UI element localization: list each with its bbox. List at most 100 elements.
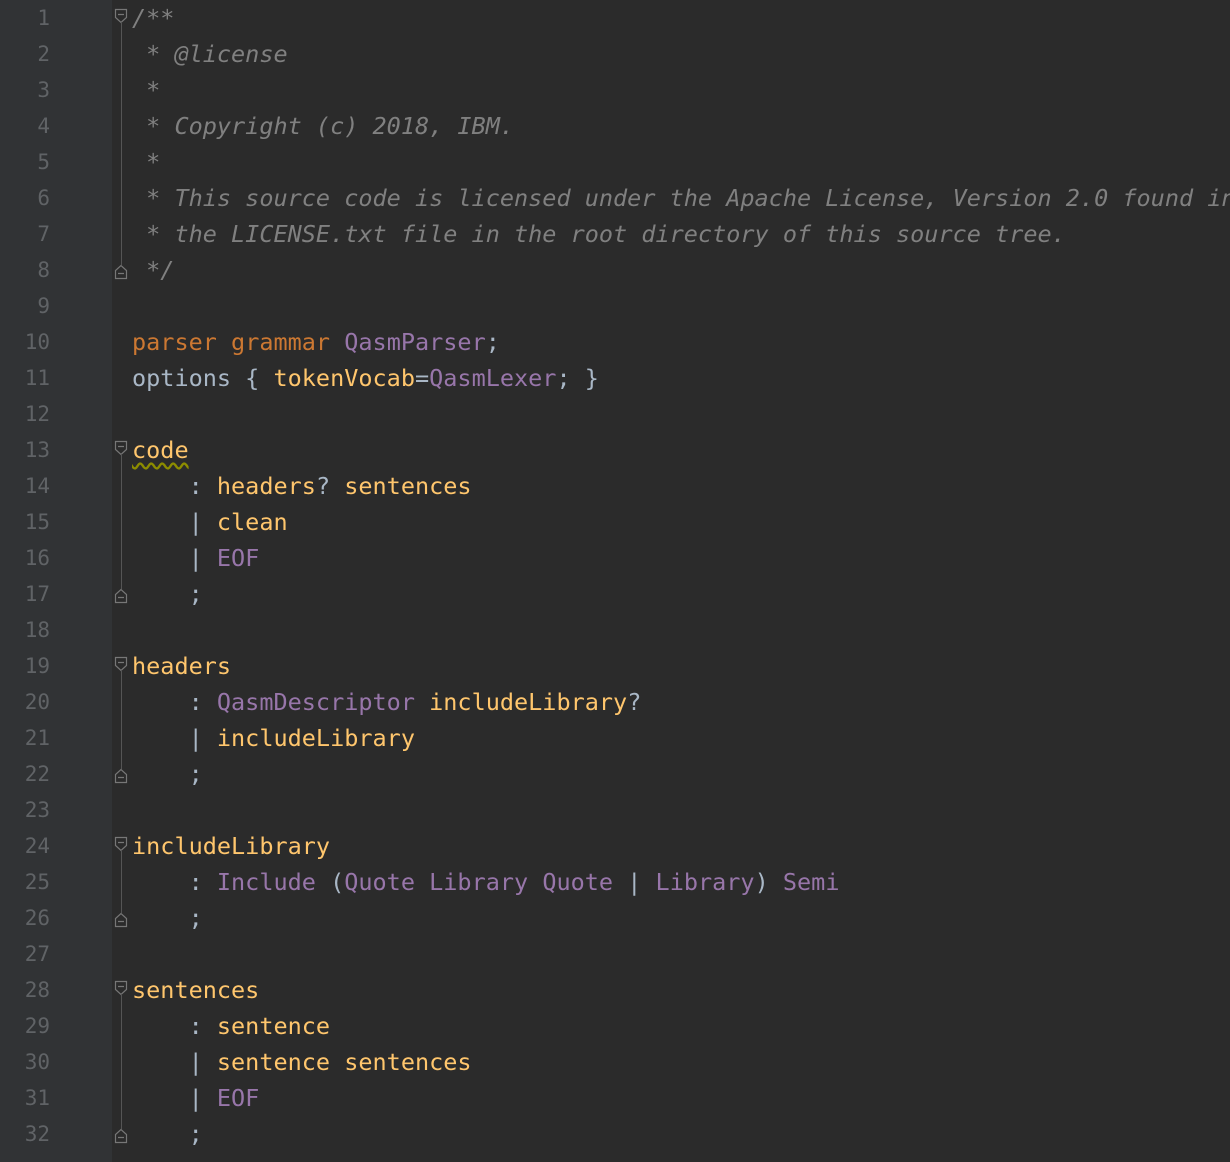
code-text[interactable]: * This source code is licensed under the… xyxy=(132,180,1230,216)
code-line[interactable]: 11 options { tokenVocab=QasmLexer; } xyxy=(0,360,1230,396)
code-token: parser xyxy=(132,328,217,356)
code-token: QasmParser xyxy=(344,328,486,356)
code-token: Semi xyxy=(782,868,840,896)
code-token: includeLibrary xyxy=(216,724,415,752)
code-line[interactable]: 25 : Include (Quote Library Quote | Libr… xyxy=(0,864,1230,900)
code-line[interactable]: 29 : sentence xyxy=(0,1008,1230,1044)
code-line[interactable]: 31 | EOF xyxy=(0,1080,1230,1116)
code-line[interactable]: 5 * xyxy=(0,144,1230,180)
line-number: 4 xyxy=(37,114,50,138)
code-text[interactable]: : QasmDescriptor includeLibrary? xyxy=(132,684,642,720)
code-text[interactable]: : sentence xyxy=(132,1008,331,1044)
code-text[interactable]: | sentence sentences xyxy=(132,1044,472,1080)
code-line[interactable]: 32 ; xyxy=(0,1116,1230,1152)
code-line[interactable]: 1 /** xyxy=(0,0,1230,36)
code-text[interactable]: : Include (Quote Library Quote | Library… xyxy=(132,864,840,900)
code-text[interactable]: sentences xyxy=(132,972,259,1008)
code-token: ? xyxy=(315,472,345,500)
code-token: Include xyxy=(216,868,316,896)
code-line[interactable]: 21 | includeLibrary xyxy=(0,720,1230,756)
code-line[interactable]: 7 * the LICENSE.txt file in the root dir… xyxy=(0,216,1230,252)
code-line[interactable]: 27 xyxy=(0,936,1230,972)
code-line[interactable]: 26 ; xyxy=(0,900,1230,936)
code-token: /** xyxy=(132,4,175,32)
code-text[interactable]: * the LICENSE.txt file in the root direc… xyxy=(132,216,1066,252)
code-line[interactable]: 17 ; xyxy=(0,576,1230,612)
code-line[interactable]: 9 xyxy=(0,288,1230,324)
code-text[interactable]: | EOF xyxy=(132,540,260,576)
code-text[interactable]: * Copyright (c) 2018, IBM. xyxy=(132,108,514,144)
code-text[interactable]: includeLibrary xyxy=(132,828,330,864)
line-number: 9 xyxy=(37,294,50,318)
code-token: tokenVocab xyxy=(273,364,415,392)
code-text[interactable]: | EOF xyxy=(132,1080,260,1116)
code-text[interactable]: | clean xyxy=(132,504,288,540)
line-number: 23 xyxy=(24,798,50,822)
fold-range-line xyxy=(121,454,122,589)
code-token: * This source code is licensed under the… xyxy=(132,184,1230,212)
code-token: ( xyxy=(315,868,345,896)
line-number: 22 xyxy=(24,762,50,786)
code-text[interactable]: ; xyxy=(132,576,203,612)
code-editor[interactable]: 1/** 2 * @license 3 * 4 * Copyright (c) 201… xyxy=(0,0,1230,1162)
line-number: 29 xyxy=(24,1014,50,1038)
code-line[interactable]: 28 sentences xyxy=(0,972,1230,1008)
code-line[interactable]: 23 xyxy=(0,792,1230,828)
code-text[interactable]: : headers? sentences xyxy=(132,468,472,504)
code-line[interactable]: 3 * xyxy=(0,72,1230,108)
code-text[interactable]: parser grammar QasmParser; xyxy=(132,324,500,360)
code-text[interactable]: * xyxy=(132,144,160,180)
code-line[interactable]: 6 * This source code is licensed under t… xyxy=(0,180,1230,216)
code-line[interactable]: 30 | sentence sentences xyxy=(0,1044,1230,1080)
code-token: | xyxy=(132,544,217,572)
line-number: 3 xyxy=(37,78,50,102)
code-token: = xyxy=(414,364,430,392)
code-token: sentences xyxy=(344,472,472,500)
code-text[interactable]: ; xyxy=(132,900,203,936)
code-line[interactable]: 10 parser grammar QasmParser; xyxy=(0,324,1230,360)
line-number: 1 xyxy=(37,6,50,30)
line-number: 8 xyxy=(37,258,50,282)
line-number: 18 xyxy=(24,618,50,642)
line-number: 20 xyxy=(24,690,50,714)
code-text[interactable]: ; xyxy=(132,756,203,792)
code-line[interactable]: 15 | clean xyxy=(0,504,1230,540)
code-line[interactable]: 22 ; xyxy=(0,756,1230,792)
code-token: | xyxy=(132,1084,217,1112)
code-line[interactable]: 13 code xyxy=(0,432,1230,468)
code-line[interactable]: 18 xyxy=(0,612,1230,648)
line-number: 25 xyxy=(24,870,50,894)
code-line[interactable]: 14 : headers? sentences xyxy=(0,468,1230,504)
code-text[interactable]: * xyxy=(132,72,160,108)
code-line[interactable]: 20 : QasmDescriptor includeLibrary? xyxy=(0,684,1230,720)
code-text[interactable]: */ xyxy=(132,252,174,288)
line-number: 32 xyxy=(24,1122,50,1146)
code-token: Library xyxy=(655,868,755,896)
code-token: sentence xyxy=(216,1048,331,1076)
code-token: : xyxy=(132,472,217,500)
code-token: EOF xyxy=(216,544,260,572)
code-line[interactable]: 2 * @license xyxy=(0,36,1230,72)
code-line[interactable]: 19 headers xyxy=(0,648,1230,684)
line-number: 7 xyxy=(37,222,50,246)
code-text[interactable]: headers xyxy=(132,648,231,684)
code-line[interactable]: 16 | EOF xyxy=(0,540,1230,576)
line-number: 21 xyxy=(24,726,50,750)
code-token: | xyxy=(132,1048,217,1076)
code-text[interactable]: code xyxy=(132,432,189,468)
line-number: 2 xyxy=(37,42,50,66)
line-number: 12 xyxy=(24,402,50,426)
code-line[interactable]: 24 includeLibrary xyxy=(0,828,1230,864)
code-text[interactable]: options { tokenVocab=QasmLexer; } xyxy=(132,360,599,396)
line-number: 30 xyxy=(24,1050,50,1074)
code-line[interactable]: 4 * Copyright (c) 2018, IBM. xyxy=(0,108,1230,144)
code-text[interactable]: /** xyxy=(132,0,174,36)
code-line[interactable]: 12 xyxy=(0,396,1230,432)
code-text[interactable]: | includeLibrary xyxy=(132,720,415,756)
code-line[interactable]: 8 */ xyxy=(0,252,1230,288)
code-token: | xyxy=(132,724,217,752)
code-text[interactable]: * @license xyxy=(132,36,288,72)
code-text[interactable]: ; xyxy=(132,1116,203,1152)
